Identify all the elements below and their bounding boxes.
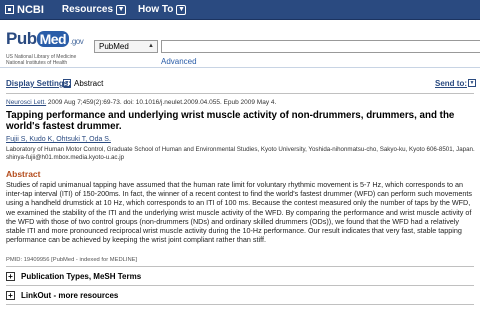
chevron-down-icon[interactable]: ▼	[63, 79, 71, 87]
send-to-link[interactable]: Send to:	[435, 79, 467, 88]
chevron-down-icon[interactable]: ▼	[468, 79, 476, 87]
abstract-text: Studies of rapid unimanual tapping have …	[6, 180, 472, 245]
citation: Neurosci Lett. 2009 Aug 7;459(2):69-73. …	[6, 99, 277, 106]
affiliation: Laboratory of Human Motor Control, Gradu…	[6, 146, 475, 161]
ncbi-topbar: NCBI Resources ▼ How To ▼	[0, 0, 480, 20]
ncbi-logo-icon	[5, 5, 14, 14]
chevron-down-icon: ▼	[176, 4, 187, 15]
resources-menu[interactable]: Resources ▼	[62, 4, 127, 15]
divider	[6, 266, 474, 267]
abstract-heading: Abstract	[6, 169, 41, 179]
search-input[interactable]	[161, 40, 480, 53]
nlm-caption: US National Library of Medicine National…	[6, 54, 77, 66]
pubmed-logo[interactable]: Pub Med .gov	[6, 29, 84, 49]
plus-icon: +	[6, 291, 15, 300]
display-settings-row: Display Settings: ▼ Abstract Send to: ▼	[0, 77, 480, 90]
publication-types-expander[interactable]: + Publication Types, MeSH Terms	[6, 272, 141, 281]
how-to-menu[interactable]: How To ▼	[138, 4, 187, 15]
article-title: Tapping performance and underlying wrist…	[6, 110, 455, 132]
journal-link[interactable]: Neurosci Lett.	[6, 99, 46, 106]
divider	[6, 285, 474, 286]
plus-icon: +	[6, 272, 15, 281]
divider	[6, 304, 474, 305]
pmid: PMID: 19409956 [PubMed - indexed for MED…	[6, 257, 138, 263]
advanced-search-link[interactable]: Advanced	[161, 57, 197, 66]
chevron-down-icon: ▼	[116, 4, 127, 15]
ncbi-logo[interactable]: NCBI	[5, 4, 44, 16]
pubmed-header: Pub Med .gov US National Library of Medici…	[0, 21, 480, 68]
linkout-expander[interactable]: + LinkOut - more resources	[6, 291, 118, 300]
display-settings-link[interactable]: Display Settings:	[6, 79, 71, 88]
display-format: Abstract	[74, 79, 104, 88]
divider	[6, 93, 474, 94]
select-arrows-icon: ▲	[148, 43, 154, 49]
author-links[interactable]: Fujii S, Kudo K, Ohtsuki T, Oda S.	[6, 136, 111, 143]
database-select[interactable]: PubMed ▲	[94, 40, 158, 53]
